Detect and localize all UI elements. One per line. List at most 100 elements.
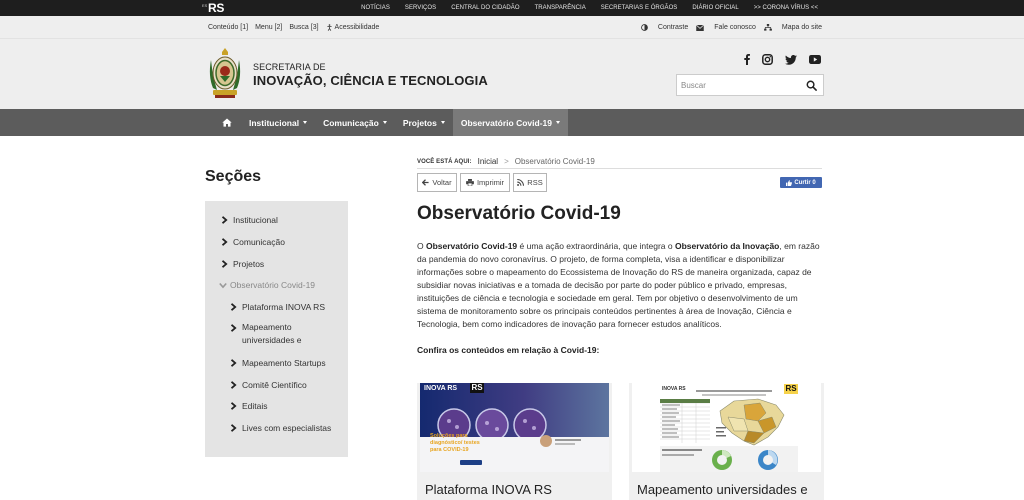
- social-links: [744, 54, 821, 65]
- rss-button[interactable]: RSS: [513, 173, 547, 192]
- print-button[interactable]: Imprimir: [460, 173, 510, 192]
- card-thumb-brand: INOVA RS: [662, 386, 686, 392]
- intro-bold-observatorio-inovacao: Observatório da Inovação: [674, 241, 780, 251]
- top-link-transparencia[interactable]: TRANSPARÊNCIA: [535, 5, 586, 11]
- skip-to-content-link[interactable]: Conteúdo [1]: [208, 24, 248, 31]
- contact-label: Fale conosco: [714, 24, 756, 31]
- chevron-right-icon: [230, 303, 237, 311]
- nav-projetos[interactable]: Projetos: [395, 109, 453, 136]
- printer-icon: [466, 179, 474, 186]
- accessibility-icon: [326, 24, 332, 31]
- nav-comunicacao[interactable]: Comunicação: [315, 109, 395, 136]
- chevron-right-icon: [221, 216, 228, 224]
- card-title: Plataforma INOVA RS: [425, 482, 552, 497]
- rs-logo-small-text: ESTADO: [202, 4, 207, 8]
- like-button-label: Curtir 0: [794, 179, 816, 186]
- chevron-right-icon: [221, 238, 228, 246]
- sitemap-label: Mapa do site: [781, 24, 822, 31]
- card-thumbnail-mapeamento-universidades: INOVA RS RS: [632, 383, 821, 472]
- sidebar-item-label: Lives com especialistas: [242, 423, 332, 433]
- main-navigation: Institucional Comunicação Projetos Obser…: [0, 109, 1024, 136]
- sidebar-subitem-plataforma-inova[interactable]: Plataforma INOVA RS: [230, 302, 325, 312]
- breadcrumb-separator: >: [504, 157, 509, 166]
- search-icon[interactable]: [806, 80, 817, 91]
- sidebar-subitem-lives[interactable]: Lives com especialistas: [230, 423, 331, 433]
- breadcrumb-label: VOCÊ ESTÁ AQUI:: [417, 158, 472, 165]
- contrast-label: Contraste: [657, 24, 689, 31]
- facebook-like-button[interactable]: Curtir 0: [780, 177, 822, 188]
- accessibility-link[interactable]: Acessibilidade: [326, 24, 380, 31]
- content-card-plataforma-inova[interactable]: INOVA RS RS Soluções para diagnóstico/ t…: [417, 383, 612, 500]
- government-top-bar: ESTADO RS NOTÍCIAS SERVIÇOS CENTRAL DO C…: [0, 0, 1024, 16]
- breadcrumb-home-link[interactable]: Inicial: [478, 157, 498, 166]
- sidebar-item-projetos[interactable]: Projetos: [221, 259, 264, 269]
- sidebar-item-label: Comitê Científico: [242, 380, 307, 390]
- chevron-right-icon: [230, 424, 237, 432]
- chevron-down-icon: [219, 282, 227, 289]
- sidebar-item-label: Editais: [242, 401, 268, 411]
- sidebar-title: Seções: [205, 168, 262, 185]
- intro-bold-observatorio-covid: Observatório Covid-19: [425, 241, 518, 251]
- rs-logo-text: RS: [208, 1, 225, 15]
- sidebar-subitem-mapeamento-startups[interactable]: Mapeamento Startups: [230, 358, 326, 368]
- top-link-secretarias[interactable]: SECRETARIAS E ÓRGÃOS: [601, 5, 678, 11]
- sidebar-item-institucional[interactable]: Institucional: [221, 215, 278, 225]
- instagram-icon[interactable]: [762, 54, 773, 65]
- page-title: Observatório Covid-19: [417, 203, 621, 224]
- sidebar-item-label: Plataforma INOVA RS: [242, 302, 325, 312]
- top-link-central-cidadao[interactable]: CENTRAL DO CIDADÃO: [451, 5, 519, 11]
- contact-link[interactable]: Fale conosco: [696, 24, 756, 31]
- top-link-noticias[interactable]: NOTÍCIAS: [361, 5, 390, 11]
- sidebar-item-comunicacao[interactable]: Comunicação: [221, 237, 285, 247]
- nav-comunicacao-label: Comunicação: [323, 117, 379, 128]
- secretariat-title-line1: SECRETARIA DE: [253, 62, 326, 72]
- chevron-right-icon: [230, 381, 237, 389]
- rs-government-logo[interactable]: ESTADO RS: [202, 1, 224, 15]
- card-thumbnail-plataforma-inova: INOVA RS RS Soluções para diagnóstico/ t…: [420, 383, 609, 472]
- nav-observatorio-covid[interactable]: Observatório Covid-19: [452, 109, 568, 136]
- nav-home[interactable]: [213, 109, 241, 136]
- envelope-icon: [696, 24, 705, 31]
- sidebar-item-label: Comunicação: [233, 237, 285, 247]
- content-card-mapeamento-universidades[interactable]: INOVA RS RS Mapeamento universidades e: [629, 383, 824, 500]
- back-button[interactable]: Voltar: [417, 173, 457, 192]
- intro-paragraph: O Observatório Covid-19 é uma ação extra…: [417, 240, 825, 331]
- sidebar-item-label: Mapeamento Startups: [242, 358, 326, 368]
- search-input[interactable]: [681, 78, 796, 93]
- back-button-label: Voltar: [432, 178, 452, 187]
- contrast-link[interactable]: Contraste: [641, 24, 688, 31]
- arrow-left-icon: [422, 179, 429, 186]
- sidebar-item-label: Institucional: [233, 215, 278, 225]
- sidebar-subitem-editais[interactable]: Editais: [230, 401, 268, 411]
- card-thumb-caption: Soluções para diagnóstico/ testes para C…: [430, 433, 480, 453]
- twitter-icon[interactable]: [785, 54, 797, 65]
- top-links: NOTÍCIAS SERVIÇOS CENTRAL DO CIDADÃO TRA…: [346, 0, 818, 16]
- caret-down-icon: [440, 121, 445, 124]
- sidebar-item-observatorio-covid[interactable]: Observatório Covid-19: [219, 280, 315, 290]
- intro-text-start: O: [417, 241, 426, 251]
- print-button-label: Imprimir: [476, 178, 505, 187]
- youtube-icon[interactable]: [809, 55, 821, 64]
- skip-to-menu-link[interactable]: Menu [2]: [255, 24, 282, 31]
- secretariat-title[interactable]: SECRETARIA DE INOVAÇÃO, CIÊNCIA E TECNOL…: [253, 62, 488, 88]
- sitemap-link[interactable]: Mapa do site: [764, 24, 822, 31]
- nav-institucional[interactable]: Institucional: [241, 109, 315, 136]
- rs-coat-of-arms-logo[interactable]: [205, 46, 245, 102]
- search-form: [676, 74, 824, 96]
- top-link-servicos[interactable]: SERVIÇOS: [405, 5, 436, 11]
- sidebar-subitem-comite-cientifico[interactable]: Comitê Científico: [230, 380, 307, 390]
- facebook-icon[interactable]: [744, 54, 750, 65]
- card-title: Mapeamento universidades e: [637, 482, 808, 497]
- rss-icon: [517, 179, 525, 186]
- thumbs-up-icon: [786, 179, 793, 186]
- sidebar-subitem-mapeamento-universidades[interactable]: Mapeamento universidades e: [230, 322, 330, 347]
- skip-to-search-link[interactable]: Busca [3]: [289, 24, 318, 31]
- accessibility-label: Acessibilidade: [334, 24, 380, 31]
- content-list-heading: Confira os conteúdos em relação à Covid-…: [417, 345, 600, 355]
- home-icon: [222, 118, 232, 127]
- top-link-diario-oficial[interactable]: DIÁRIO OFICIAL: [692, 5, 738, 11]
- utility-bar: Conteúdo [1] Menu [2] Busca [3] Acessibi…: [0, 16, 1024, 39]
- sidebar-item-label: Mapeamento universidades e: [242, 322, 302, 345]
- intro-text-mid: é uma ação extraordinária, que integra o: [517, 241, 675, 251]
- top-link-corona-virus[interactable]: >> CORONA VÍRUS <<: [754, 5, 818, 11]
